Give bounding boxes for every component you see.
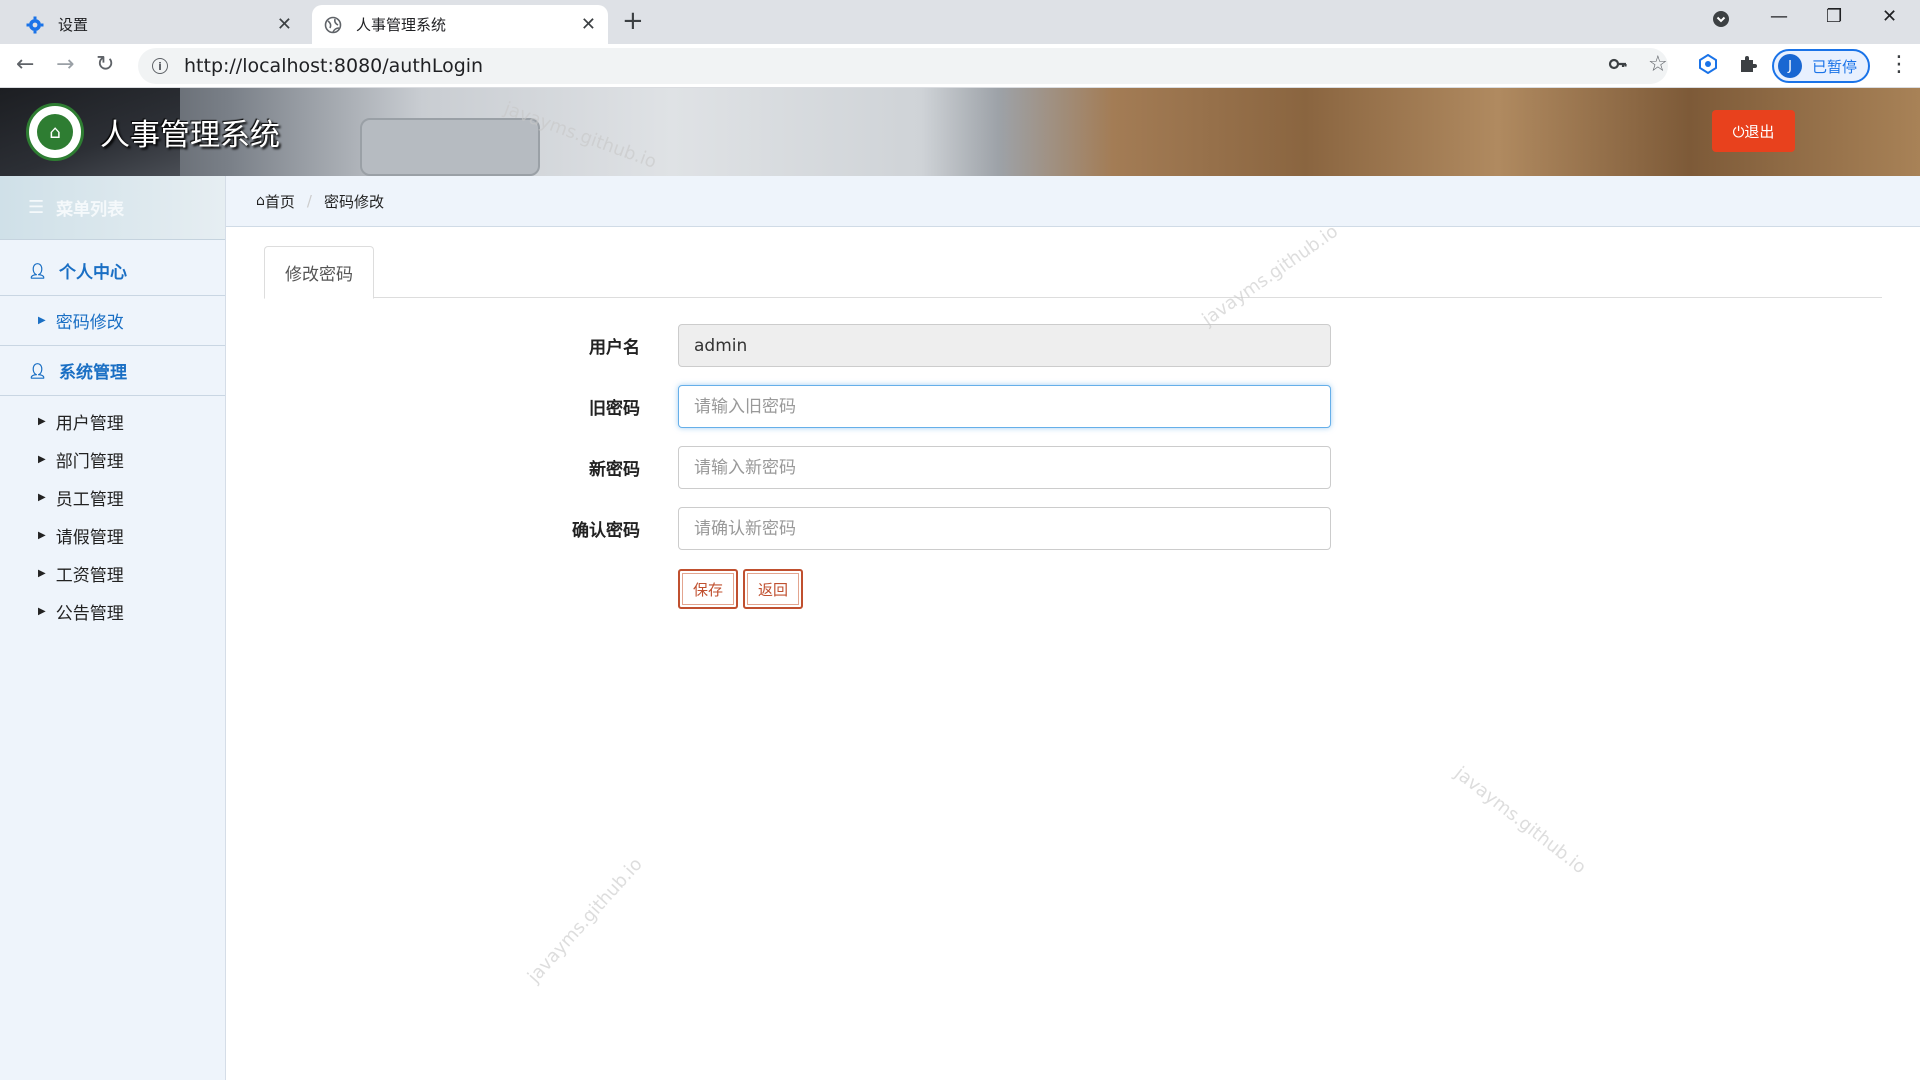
old-password-row: 旧密码 bbox=[540, 385, 1331, 428]
confirm-password-field[interactable] bbox=[678, 507, 1331, 550]
sidebar: ☰ 菜单列表 👤︎ 个人中心 ▶ 密码修改 👤︎ 系统管理 ▶ 用户管理 ▶ 部… bbox=[0, 176, 226, 1080]
app-header: ⌂ 人事管理系统 ⏻退出 bbox=[0, 88, 1920, 176]
sidebar-group-label: 系统管理 bbox=[59, 363, 128, 383]
sidebar-item-password[interactable]: ▶ 密码修改 bbox=[0, 296, 225, 346]
sidebar-item-label: 公告管理 bbox=[55, 603, 124, 624]
caret-right-icon: ▶ bbox=[38, 605, 46, 617]
confirm-password-row: 确认密码 bbox=[540, 507, 1331, 550]
tab-change-password[interactable]: 修改密码 bbox=[264, 246, 374, 299]
list-icon: ☰ bbox=[28, 197, 45, 218]
sidebar-item-departments[interactable]: ▶ 部门管理 bbox=[0, 440, 225, 478]
menu-header: ☰ 菜单列表 bbox=[0, 176, 225, 240]
breadcrumb-separator: / bbox=[306, 192, 312, 210]
profile-status: 已暂停 bbox=[1812, 57, 1858, 76]
forward-icon[interactable]: → bbox=[56, 52, 74, 77]
gear-icon bbox=[26, 16, 44, 34]
extension-shield-icon[interactable] bbox=[1698, 53, 1718, 79]
user-icon: 👤︎ bbox=[28, 361, 48, 380]
menu-title: 菜单列表 bbox=[56, 200, 125, 220]
sidebar-item-label: 员工管理 bbox=[55, 489, 124, 510]
trackpad-decoration bbox=[360, 118, 540, 176]
sidebar-item-label: 请假管理 bbox=[55, 527, 124, 548]
browser-tab-settings[interactable]: 设置 ✕ bbox=[14, 5, 304, 44]
new-tab-icon[interactable]: + bbox=[622, 6, 644, 36]
reload-icon[interactable]: ↻ bbox=[96, 52, 114, 77]
close-icon[interactable]: ✕ bbox=[277, 14, 292, 35]
close-icon[interactable]: ✕ bbox=[581, 14, 596, 35]
logout-button[interactable]: ⏻退出 bbox=[1712, 110, 1795, 152]
site-info-icon[interactable]: i bbox=[152, 58, 168, 74]
username-row: 用户名 bbox=[540, 324, 1331, 367]
browser-tab-app[interactable]: 人事管理系统 ✕ bbox=[312, 5, 608, 44]
caret-right-icon: ▶ bbox=[38, 315, 46, 326]
breadcrumb-current: 密码修改 bbox=[323, 192, 384, 211]
caret-right-icon: ▶ bbox=[38, 491, 46, 503]
back-icon[interactable]: ← bbox=[16, 52, 34, 77]
breadcrumb: ⌂ 首页 / 密码修改 bbox=[226, 176, 1920, 227]
sidebar-item-employees[interactable]: ▶ 员工管理 bbox=[0, 478, 225, 516]
old-password-field[interactable] bbox=[678, 385, 1331, 428]
new-password-row: 新密码 bbox=[540, 446, 1331, 489]
save-button[interactable]: 保存 bbox=[678, 569, 738, 609]
app-title: 人事管理系统 bbox=[100, 118, 280, 153]
globe-icon bbox=[324, 16, 342, 34]
new-password-label: 新密码 bbox=[589, 460, 640, 480]
sidebar-group-system[interactable]: 👤︎ 系统管理 bbox=[0, 346, 225, 396]
user-icon: 👤︎ bbox=[28, 261, 48, 280]
back-button[interactable]: 返回 bbox=[743, 569, 803, 609]
sidebar-item-label: 用户管理 bbox=[55, 413, 124, 434]
sidebar-item-leave[interactable]: ▶ 请假管理 bbox=[0, 516, 225, 554]
sidebar-group-personal[interactable]: 👤︎ 个人中心 bbox=[0, 246, 225, 296]
profile-button[interactable]: J 已暂停 bbox=[1772, 49, 1870, 83]
browser-tab-strip: 设置 ✕ 人事管理系统 ✕ + — ❐ ✕ bbox=[0, 0, 1920, 44]
browser-toolbar: ← → ↻ i http://localhost:8080/authLogin … bbox=[0, 44, 1920, 88]
window-close-icon[interactable]: ✕ bbox=[1882, 6, 1897, 27]
username-field[interactable] bbox=[678, 324, 1331, 367]
sidebar-item-label: 密码修改 bbox=[55, 313, 124, 333]
url-text: http://localhost:8080/authLogin bbox=[184, 55, 484, 77]
more-menu-icon[interactable]: ⋮ bbox=[1888, 52, 1910, 77]
extensions-puzzle-icon[interactable] bbox=[1738, 54, 1758, 79]
caret-right-icon: ▶ bbox=[38, 567, 46, 579]
address-bar[interactable]: i http://localhost:8080/authLogin bbox=[138, 48, 1668, 84]
house-icon: ⌂ bbox=[37, 114, 73, 150]
browser-tab-title: 设置 bbox=[58, 16, 89, 34]
bookmark-star-icon[interactable]: ☆ bbox=[1648, 52, 1668, 77]
caret-right-icon: ▶ bbox=[38, 529, 46, 541]
avatar: J bbox=[1778, 54, 1802, 78]
key-icon[interactable] bbox=[1608, 54, 1628, 79]
caret-right-icon: ▶ bbox=[38, 453, 46, 465]
sidebar-group-label: 个人中心 bbox=[59, 263, 128, 283]
new-password-field[interactable] bbox=[678, 446, 1331, 489]
old-password-label: 旧密码 bbox=[589, 399, 640, 419]
sidebar-item-salary[interactable]: ▶ 工资管理 bbox=[0, 554, 225, 592]
watermark: javayms.github.io bbox=[523, 853, 647, 988]
sidebar-item-users[interactable]: ▶ 用户管理 bbox=[0, 402, 225, 440]
form-actions: 保存 返回 bbox=[678, 569, 803, 609]
home-icon: ⌂ bbox=[256, 193, 265, 209]
sidebar-item-label: 工资管理 bbox=[55, 565, 124, 586]
browser-tab-title: 人事管理系统 bbox=[356, 16, 447, 34]
sidebar-item-label: 部门管理 bbox=[55, 451, 124, 472]
breadcrumb-home[interactable]: 首页 bbox=[265, 191, 295, 212]
tab-search-icon[interactable] bbox=[1712, 10, 1730, 33]
sidebar-item-notices[interactable]: ▶ 公告管理 bbox=[0, 592, 225, 630]
confirm-password-label: 确认密码 bbox=[572, 521, 640, 541]
restore-icon[interactable]: ❐ bbox=[1826, 6, 1842, 27]
content-tabs: 修改密码 bbox=[264, 246, 1882, 299]
minimize-icon[interactable]: — bbox=[1770, 6, 1788, 27]
watermark: javayms.github.io bbox=[1450, 762, 1590, 879]
logo: ⌂ bbox=[26, 103, 84, 161]
username-label: 用户名 bbox=[589, 338, 640, 358]
caret-right-icon: ▶ bbox=[38, 415, 46, 427]
